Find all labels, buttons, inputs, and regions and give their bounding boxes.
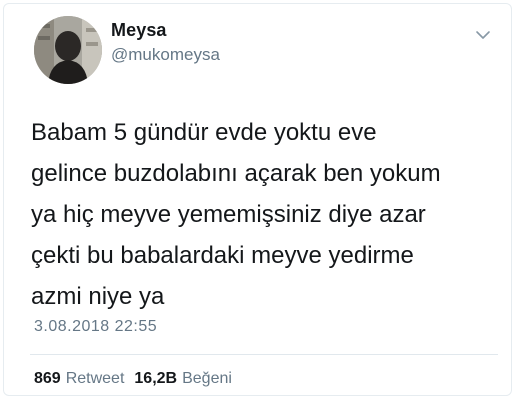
tweet-timestamp[interactable]: 3.08.2018 22:55: [34, 318, 157, 336]
retweet-label[interactable]: Retweet: [66, 370, 125, 388]
like-count[interactable]: 16,2B: [134, 370, 177, 388]
divider: [30, 354, 498, 355]
avatar-photo: [34, 16, 102, 84]
user-handle[interactable]: @mukomeysa: [111, 45, 220, 65]
display-name[interactable]: Meysa: [111, 20, 167, 41]
tweet-text: Babam 5 gündür evde yoktu eve gelince bu…: [31, 119, 441, 310]
chevron-down-icon[interactable]: [475, 28, 491, 40]
tweet-stats: 869 Retweet 16,2B Beğeni: [34, 370, 242, 388]
retweet-count[interactable]: 869: [34, 370, 61, 388]
tweet-card: Meysa @mukomeysa Babam 5 gündür evde yok…: [3, 3, 512, 396]
avatar[interactable]: [34, 16, 102, 84]
like-label[interactable]: Beğeni: [182, 370, 232, 388]
